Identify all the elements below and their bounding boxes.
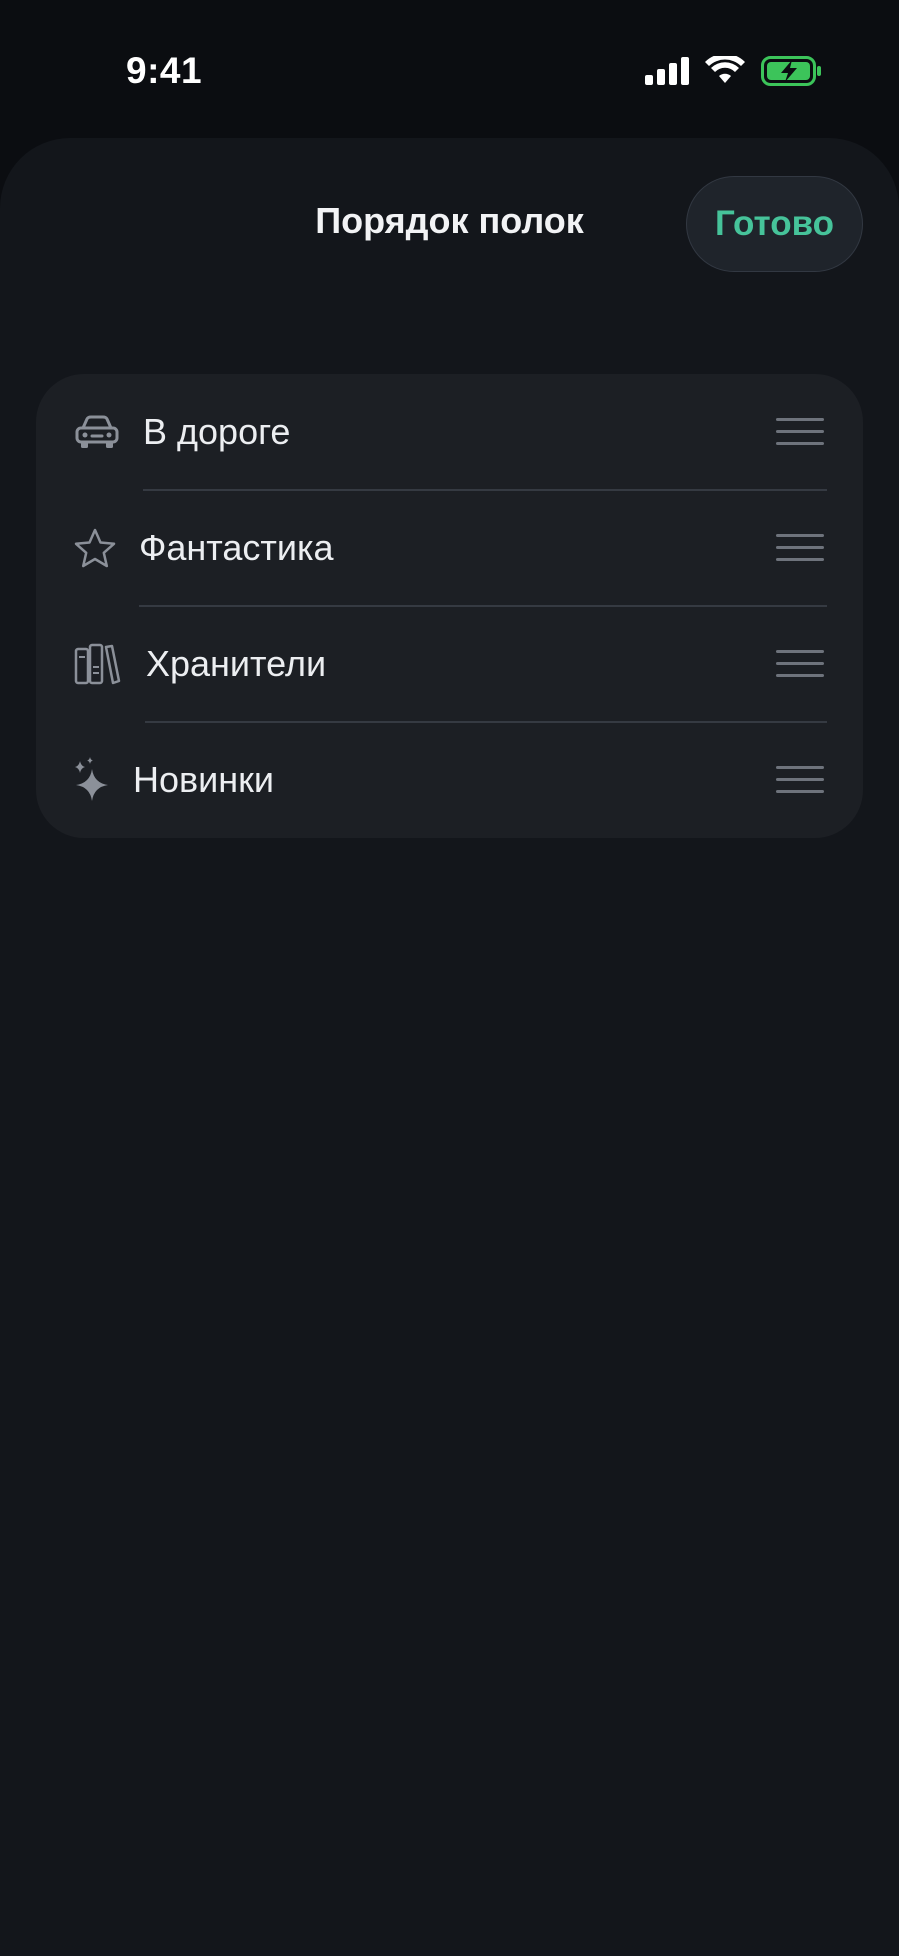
drag-handle-icon[interactable] <box>776 650 826 678</box>
done-button[interactable]: Готово <box>686 176 863 272</box>
status-time: 9:41 <box>126 50 203 91</box>
books-icon <box>74 643 122 685</box>
drag-handle-icon[interactable] <box>776 534 826 562</box>
sheet-title-text: Порядок полок <box>315 200 584 241</box>
list-item-label: Хранители <box>146 643 327 684</box>
drag-handle-icon[interactable] <box>776 766 826 794</box>
battery-charging-icon <box>761 56 821 91</box>
wifi-icon <box>705 53 745 91</box>
shelves-list: В дороге Фантастика Хранители Новинки <box>36 374 863 838</box>
star-icon <box>73 527 117 569</box>
list-item-label: Фантастика <box>139 527 334 568</box>
drag-handle-icon[interactable] <box>776 418 826 446</box>
list-item-label: Новинки <box>133 759 274 800</box>
status-icons <box>645 53 821 91</box>
car-icon <box>74 414 120 450</box>
list-item[interactable]: Хранители <box>36 606 863 722</box>
list-item-label: В дороге <box>143 411 291 452</box>
list-item[interactable]: Новинки <box>36 722 863 838</box>
sparkles-icon <box>72 757 112 803</box>
status-bar: 9:41 <box>0 0 899 140</box>
list-item[interactable]: В дороге <box>36 374 863 490</box>
cellular-signal-icon <box>645 57 689 90</box>
list-item[interactable]: Фантастика <box>36 490 863 606</box>
